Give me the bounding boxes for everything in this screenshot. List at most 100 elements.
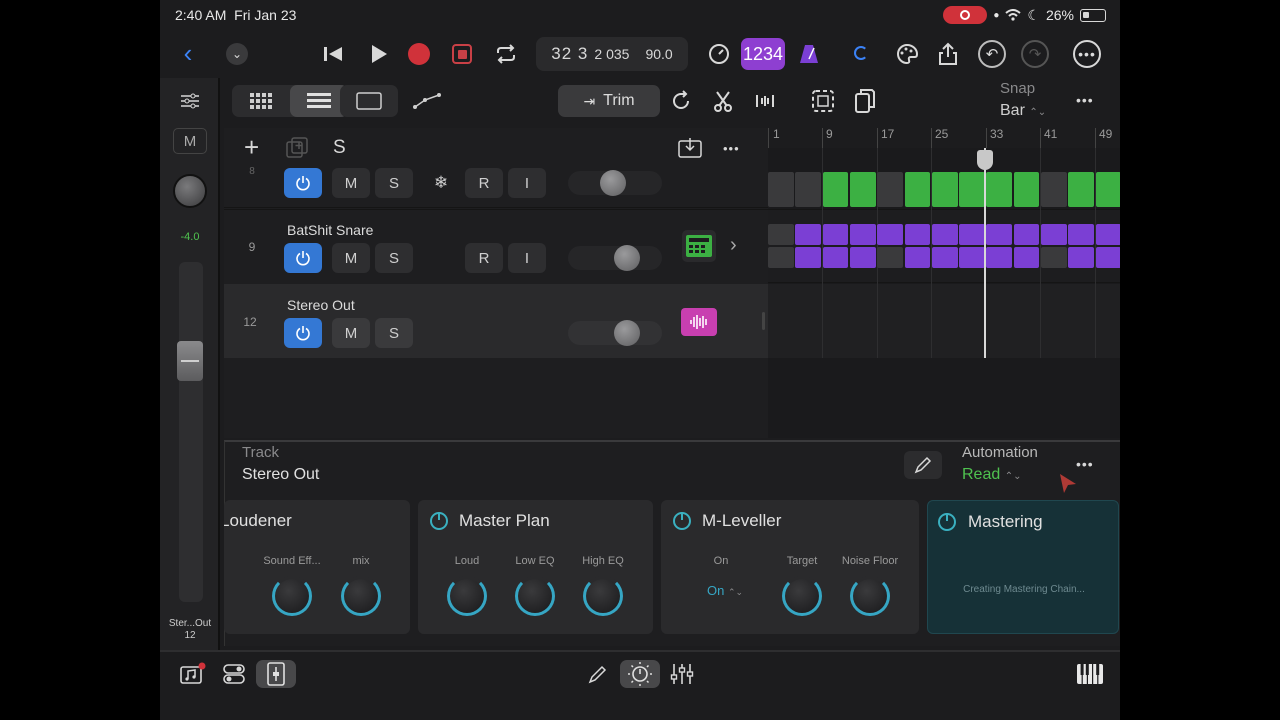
pencil-tool-button[interactable] <box>578 660 618 688</box>
redo-button[interactable]: ↷ <box>1021 40 1049 68</box>
track-pan-knob[interactable] <box>600 170 626 196</box>
copy-button[interactable] <box>850 85 880 117</box>
plugin-card-m-leveller[interactable]: M-Leveller On Target Noise Floor On ⌃⌄ <box>661 500 919 634</box>
track-power-button[interactable] <box>284 318 322 348</box>
region-cell-track-9[interactable] <box>1013 247 1040 268</box>
region-cell-track-8[interactable] <box>795 172 822 207</box>
track-mute-button[interactable]: M <box>332 243 370 273</box>
loop-tool-button[interactable] <box>666 85 696 117</box>
back-chevron-icon[interactable]: ‹ <box>176 37 200 69</box>
mix-knob[interactable] <box>341 576 381 616</box>
region-cell-track-9[interactable] <box>904 224 931 245</box>
region-cell-track-9[interactable] <box>822 247 849 268</box>
add-track-button[interactable]: + <box>244 133 259 161</box>
import-button[interactable] <box>678 137 702 164</box>
track-row-8[interactable]: 8 M S ❄ R I <box>224 166 768 208</box>
region-cell-track-8[interactable] <box>1041 172 1067 207</box>
settings-sliders-icon[interactable] <box>180 92 200 115</box>
keyboard-button[interactable] <box>1070 660 1110 688</box>
region-cell-track-8[interactable] <box>1013 172 1040 207</box>
region-cell-track-9[interactable] <box>849 224 876 245</box>
region-cell-track-9[interactable] <box>986 224 1013 245</box>
lcd-display[interactable]: 32 3 2 035 90.0 <box>536 37 688 71</box>
region-cell-track-9[interactable] <box>795 224 822 245</box>
sound-effect-knob[interactable] <box>272 576 312 616</box>
region-cell-track-8[interactable] <box>1068 172 1095 207</box>
track-name[interactable]: Stereo Out <box>287 297 355 313</box>
region-cell-track-8[interactable] <box>904 172 931 207</box>
browser-button[interactable] <box>172 660 212 688</box>
track-power-button[interactable] <box>284 243 322 273</box>
split-tool-button[interactable] <box>708 85 738 117</box>
region-cell-track-9[interactable] <box>1013 224 1040 245</box>
region-cell-track-9[interactable] <box>877 224 903 245</box>
automation-view-button[interactable] <box>398 85 456 117</box>
plugin-card-loudener[interactable]: Loudener Sound Eff... mix <box>224 500 410 634</box>
track-pan-knob[interactable] <box>614 245 640 271</box>
track-record-enable-button[interactable]: R <box>465 243 503 273</box>
loud-knob[interactable] <box>447 576 487 616</box>
sidebar-volume-knob[interactable] <box>173 174 207 208</box>
playhead-line[interactable] <box>984 148 986 358</box>
edit-pencil-button[interactable] <box>904 451 942 479</box>
region-cell-track-9[interactable] <box>959 247 985 268</box>
more-options-button[interactable]: ••• <box>1073 40 1101 68</box>
plugin-power-icon[interactable] <box>430 512 448 530</box>
region-cell-track-9[interactable] <box>986 247 1013 268</box>
track-pan-knob[interactable] <box>614 320 640 346</box>
solo-header-button[interactable]: S <box>333 137 346 159</box>
rewind-button[interactable] <box>318 38 348 70</box>
share-button[interactable] <box>934 38 962 70</box>
undo-button[interactable]: ↶ <box>978 40 1006 68</box>
track-solo-button[interactable]: S <box>375 168 413 198</box>
grid-view-button[interactable] <box>232 85 290 117</box>
mixer-button[interactable] <box>662 660 702 688</box>
track-input-monitor-button[interactable]: I <box>508 168 546 198</box>
region-cell-track-9[interactable] <box>1068 247 1095 268</box>
track-solo-button[interactable]: S <box>375 318 413 348</box>
smart-controls-knob-button[interactable] <box>620 660 660 688</box>
toolbar-more-button[interactable]: ••• <box>1076 92 1094 108</box>
plugin-card-mastering[interactable]: Mastering Creating Mastering Chain... <box>927 500 1119 634</box>
track-mute-button[interactable]: M <box>332 318 370 348</box>
plugin-card-master-plan[interactable]: Master Plan Loud Low EQ High EQ <box>418 500 653 634</box>
palette-button[interactable] <box>892 38 922 70</box>
freeze-button[interactable]: ❄ <box>422 168 460 198</box>
region-cell-track-9[interactable] <box>768 224 794 245</box>
region-cell-track-8[interactable] <box>931 172 958 207</box>
region-cell-track-8[interactable] <box>822 172 849 207</box>
record-button[interactable] <box>408 43 430 65</box>
region-cell-track-9[interactable] <box>1041 247 1067 268</box>
region-cell-track-8[interactable] <box>1095 172 1120 207</box>
dropdown-chevron-icon[interactable]: ⌄ <box>226 43 248 65</box>
region-cell-track-9[interactable] <box>904 247 931 268</box>
capture-record-button[interactable] <box>452 44 472 64</box>
marquee-tool-button[interactable] <box>808 85 838 117</box>
sidebar-mute-button[interactable]: M <box>173 128 207 154</box>
track-power-button[interactable] <box>284 168 322 198</box>
play-button[interactable] <box>364 38 394 70</box>
join-tool-button[interactable] <box>750 85 780 117</box>
snap-selector[interactable]: Bar ⌃⌄ <box>1000 102 1046 120</box>
panel-more-button[interactable]: ••• <box>1076 456 1094 472</box>
target-knob[interactable] <box>782 576 822 616</box>
track-input-monitor-button[interactable]: I <box>508 243 546 273</box>
region-cell-track-8[interactable] <box>849 172 876 207</box>
plugin-power-icon[interactable] <box>938 513 956 531</box>
region-cell-track-9[interactable] <box>931 224 958 245</box>
smart-controls-button[interactable] <box>214 660 254 688</box>
tracklist-more-button[interactable]: ••• <box>723 141 740 156</box>
track-solo-button[interactable]: S <box>375 243 413 273</box>
track-record-enable-button[interactable]: R <box>465 168 503 198</box>
region-cell-track-8[interactable] <box>877 172 903 207</box>
count-in-button[interactable]: 1234 <box>741 38 785 70</box>
region-cell-track-8[interactable] <box>959 172 985 207</box>
track-name[interactable]: BatShit Snare <box>287 222 373 238</box>
chevron-right-icon[interactable]: › <box>730 234 737 257</box>
region-cell-track-9[interactable] <box>768 247 794 268</box>
region-cell-track-9[interactable] <box>1095 224 1120 245</box>
region-cell-track-9[interactable] <box>849 247 876 268</box>
high-eq-knob[interactable] <box>583 576 623 616</box>
region-cell-track-8[interactable] <box>768 172 794 207</box>
plugin-power-icon[interactable] <box>673 512 691 530</box>
